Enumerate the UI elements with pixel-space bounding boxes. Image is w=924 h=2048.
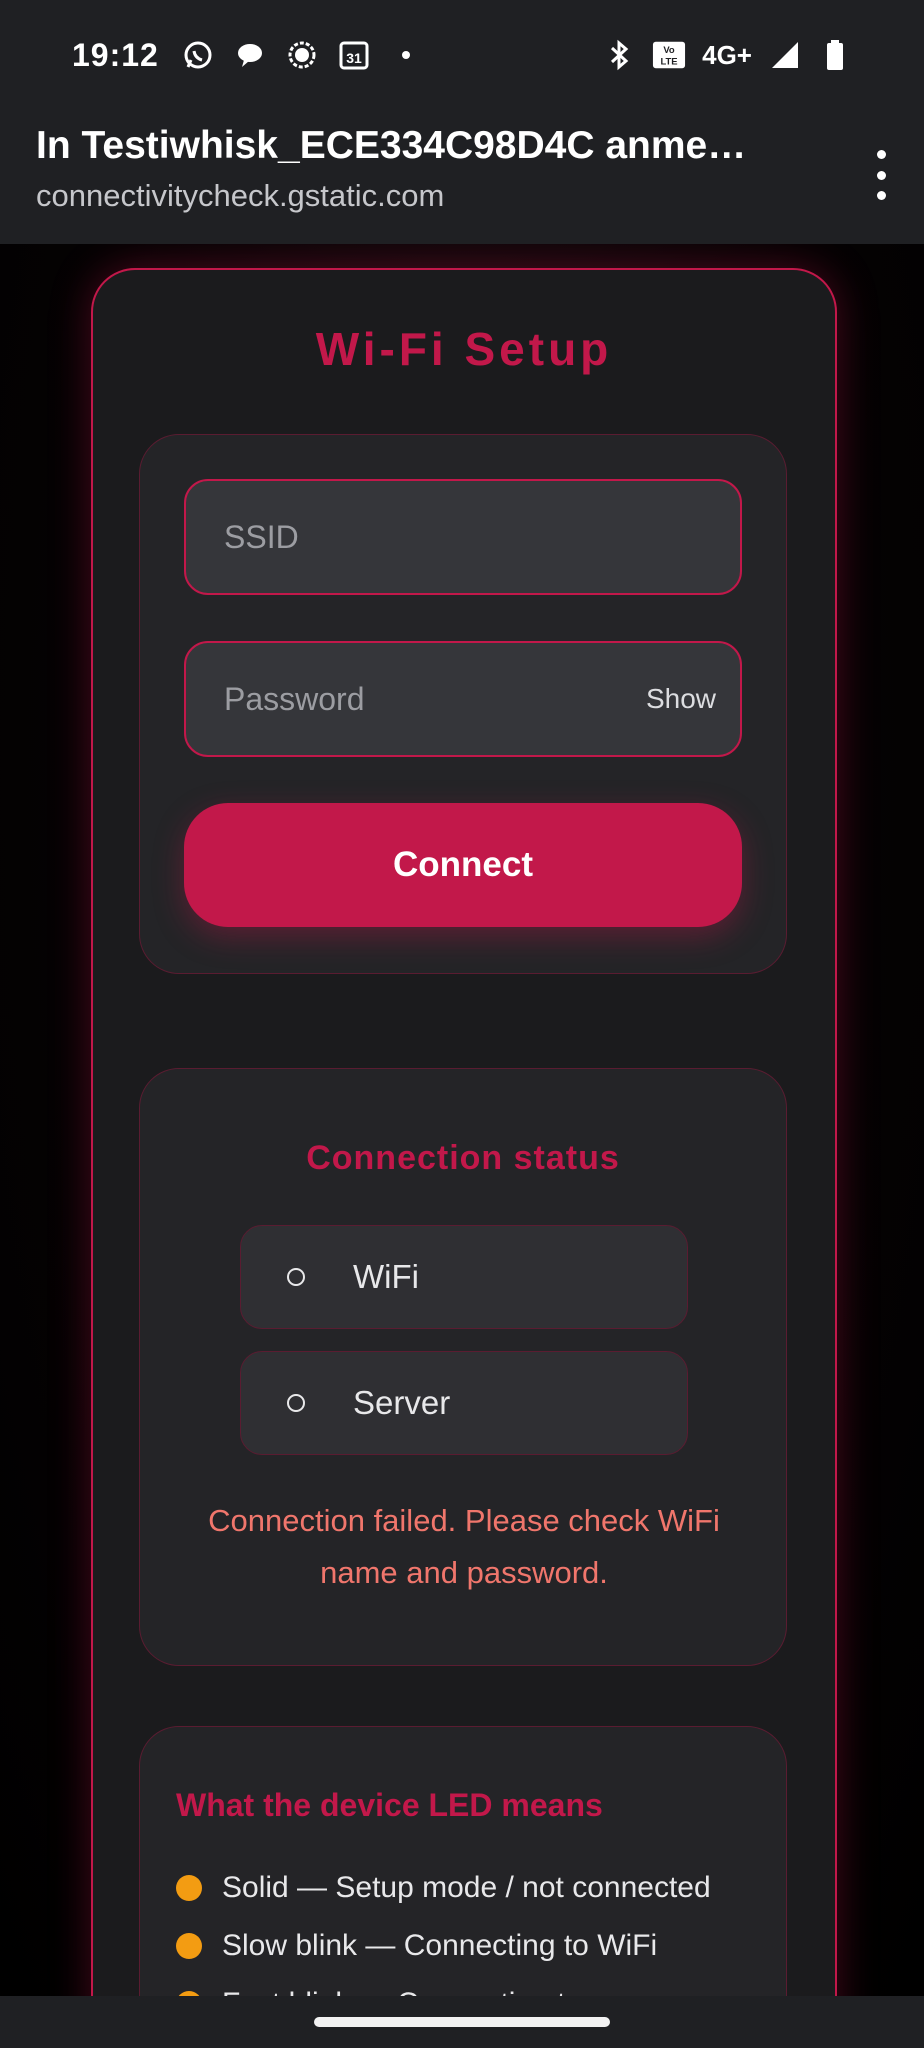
ssid-input[interactable]	[222, 517, 716, 557]
page-host: connectivitycheck.gstatic.com	[36, 178, 445, 213]
show-password-button[interactable]: Show	[646, 683, 716, 715]
svg-text:31: 31	[346, 50, 362, 66]
status-title: Connection status	[306, 1139, 620, 1177]
status-ring-icon	[287, 1394, 305, 1412]
error-message: Connection failed. Please check WiFi nam…	[208, 1503, 720, 1590]
notification-icons: 31	[181, 38, 423, 72]
more-menu-icon[interactable]	[874, 150, 888, 200]
password-field[interactable]: Show	[184, 641, 742, 757]
cell-signal-icon	[768, 38, 802, 72]
led-dot-icon	[176, 1933, 202, 1959]
connection-status-panel: Connection status WiFi Server Connection…	[139, 1068, 787, 1666]
ssid-field[interactable]	[184, 479, 742, 595]
password-input[interactable]	[222, 679, 646, 719]
svg-text:LTE: LTE	[661, 56, 678, 67]
whatsapp-icon	[181, 38, 215, 72]
battery-icon	[818, 38, 852, 72]
signal-app-icon	[285, 38, 319, 72]
network-type: 4G+	[702, 39, 752, 70]
captive-portal-page: Wi-Fi Setup Show Connect Connection stat…	[0, 244, 924, 1996]
led-legend-text: Slow blink — Connecting to WiFi	[222, 1929, 658, 1962]
bluetooth-icon	[602, 38, 636, 72]
system-icons: Vo LTE 4G+	[602, 38, 852, 72]
chat-bubble-icon	[233, 38, 267, 72]
setup-card: Wi-Fi Setup Show Connect Connection stat…	[91, 268, 837, 1996]
led-legend-text: Fast blink — Connecting to server	[222, 1987, 674, 1996]
led-legend-title: What the device LED means	[176, 1787, 603, 1823]
page-title: In Testiwhisk_ECE334C98D4C anme…	[36, 124, 747, 167]
browser-url-bar: In Testiwhisk_ECE334C98D4C anme… connect…	[0, 110, 924, 244]
led-legend-item: Fast blink — Connecting to server	[176, 1987, 674, 1996]
status-ring-icon	[287, 1268, 305, 1286]
gesture-nav-bar	[0, 1996, 924, 2048]
led-dot-icon	[176, 1875, 202, 1901]
status-bar: 19:12 31 Vo LTE 4G+	[0, 0, 924, 110]
setup-title: Wi-Fi Setup	[315, 323, 613, 375]
wifi-status-label: WiFi	[353, 1258, 419, 1295]
home-handle[interactable]	[314, 2017, 610, 2027]
dot-icon	[389, 38, 423, 72]
led-legend-item: Slow blink — Connecting to WiFi	[176, 1929, 657, 1963]
connect-button[interactable]: Connect	[184, 803, 742, 927]
server-status-item: Server	[240, 1351, 688, 1455]
led-legend-text: Solid — Setup mode / not connected	[222, 1871, 711, 1904]
led-legend-panel: What the device LED means Solid — Setup …	[139, 1726, 787, 1996]
svg-text:Vo: Vo	[663, 45, 675, 56]
volte-icon: Vo LTE	[652, 38, 686, 72]
calendar-icon: 31	[337, 38, 371, 72]
wifi-status-item: WiFi	[240, 1225, 688, 1329]
server-status-label: Server	[353, 1384, 451, 1421]
credentials-form: Show Connect	[139, 434, 787, 974]
status-time: 19:12	[72, 36, 159, 73]
led-legend-item: Solid — Setup mode / not connected	[176, 1871, 711, 1905]
